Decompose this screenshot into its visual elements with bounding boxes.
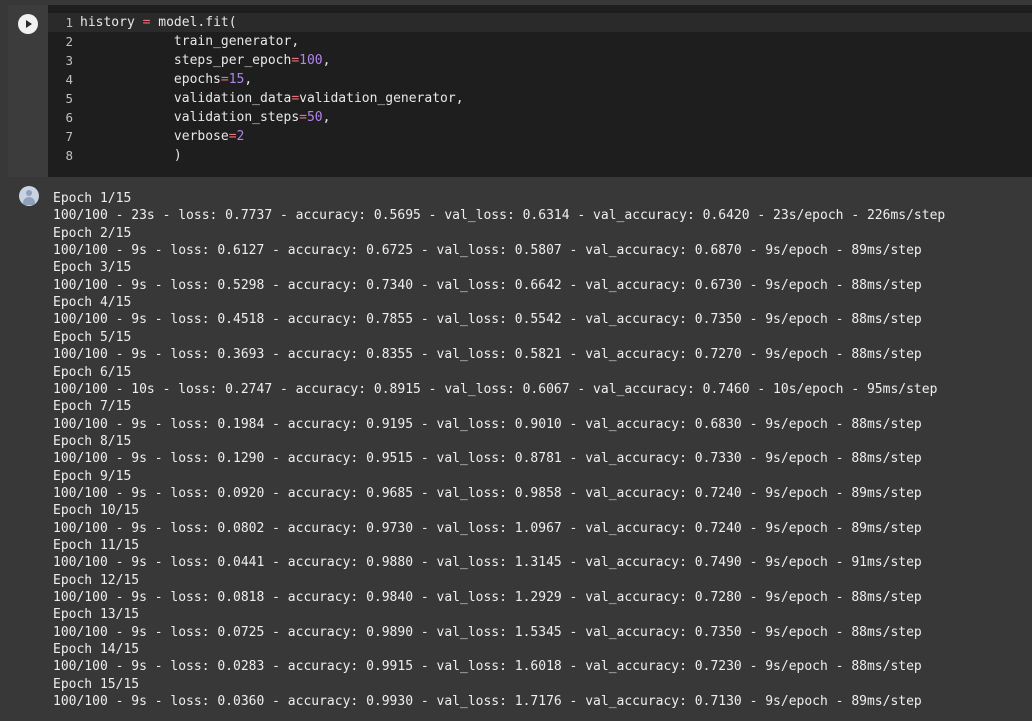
code-text: epochs=15,	[80, 70, 252, 89]
line-number: 3	[65, 53, 73, 68]
epoch-metrics-line: 100/100 - 9s - loss: 0.3693 - accuracy: …	[53, 347, 922, 363]
cell-gutter	[8, 5, 48, 177]
code-token: validation_generator,	[299, 91, 464, 106]
code-token: steps_per_epoch	[80, 53, 292, 68]
epoch-metrics-line: 100/100 - 9s - loss: 0.0802 - accuracy: …	[53, 520, 922, 536]
code-token: 2	[236, 129, 245, 144]
code-token: =	[228, 129, 237, 144]
line-number: 1	[65, 15, 73, 30]
cell-output: Epoch 1/15 100/100 - 23s - loss: 0.7737 -…	[8, 177, 1032, 715]
epoch-header-line: Epoch 4/15	[53, 295, 132, 311]
epoch-header-line: Epoch 14/15	[53, 642, 140, 658]
code-line[interactable]: 7 verbose=2	[48, 127, 1032, 146]
epoch-metrics-line: 100/100 - 9s - loss: 0.0283 - accuracy: …	[53, 659, 922, 675]
epoch-metrics-line: 100/100 - 9s - loss: 0.0360 - accuracy: …	[53, 694, 922, 710]
code-line[interactable]: 4 epochs=15,	[48, 70, 1032, 89]
epoch-metrics-line: 100/100 - 9s - loss: 0.0818 - accuracy: …	[53, 590, 922, 606]
code-token: =	[220, 72, 229, 87]
code-line[interactable]: 8 )	[48, 146, 1032, 165]
code-token: =	[291, 53, 300, 68]
epoch-header-line: Epoch 9/15	[53, 468, 132, 484]
code-text: validation_data=validation_generator,	[80, 89, 464, 108]
code-token: verbose	[80, 129, 229, 144]
code-text: steps_per_epoch=100,	[80, 51, 331, 70]
code-token: ,	[322, 110, 331, 125]
epoch-header-line: Epoch 7/15	[53, 399, 132, 415]
epoch-metrics-line: 100/100 - 9s - loss: 0.1984 - accuracy: …	[53, 416, 922, 432]
code-token: model.fit(	[150, 15, 237, 30]
epoch-header-line: Epoch 5/15	[53, 329, 132, 345]
epoch-header-line: Epoch 10/15	[53, 503, 140, 519]
code-text: verbose=2	[80, 127, 244, 146]
code-editor[interactable]: 1 history = model.fit(2 train_generator, 3…	[48, 5, 1032, 177]
line-number: 4	[65, 72, 73, 87]
epoch-header-line: Epoch 1/15	[53, 191, 132, 206]
code-token: epochs	[80, 72, 221, 87]
code-line[interactable]: 2 train_generator,	[48, 32, 1032, 51]
epoch-metrics-line: 100/100 - 9s - loss: 0.4518 - accuracy: …	[53, 312, 922, 328]
code-token: 50	[306, 110, 323, 125]
epoch-header-line: Epoch 8/15	[53, 433, 132, 449]
code-text: )	[80, 146, 182, 165]
code-line[interactable]: 1 history = model.fit(	[48, 13, 1032, 32]
epoch-metrics-line: 100/100 - 23s - loss: 0.7737 - accuracy:…	[53, 208, 946, 224]
run-cell-button[interactable]	[18, 14, 38, 34]
code-token: 100	[299, 53, 323, 68]
code-token: validation_data	[80, 91, 292, 106]
code-token: =	[299, 110, 307, 125]
code-token: ,	[244, 72, 253, 87]
line-number: 2	[65, 34, 73, 49]
code-token: )	[80, 148, 182, 163]
epoch-header-line: Epoch 3/15	[53, 260, 132, 276]
code-line[interactable]: 5 validation_data=validation_generator,	[48, 89, 1032, 108]
code-cell: 1 history = model.fit(2 train_generator, 3…	[8, 5, 1032, 715]
epoch-metrics-line: 100/100 - 9s - loss: 0.0725 - accuracy: …	[53, 624, 922, 640]
code-token: train_generator,	[80, 34, 300, 49]
epoch-header-line: Epoch 2/15	[53, 225, 132, 241]
epoch-metrics-line: 100/100 - 10s - loss: 0.2747 - accuracy:…	[53, 381, 938, 397]
epoch-header-line: Epoch 15/15	[53, 676, 140, 692]
code-line[interactable]: 6 validation_steps=50,	[48, 108, 1032, 127]
code-text: validation_steps=50,	[80, 108, 331, 127]
output-user-icon	[19, 186, 39, 206]
notebook-page: 1 history = model.fit(2 train_generator, 3…	[0, 0, 1032, 721]
code-line[interactable]: 3 steps_per_epoch=100,	[48, 51, 1032, 70]
code-token: ,	[322, 53, 331, 68]
epoch-metrics-line: 100/100 - 9s - loss: 0.6127 - accuracy: …	[53, 243, 922, 259]
line-number: 8	[65, 148, 73, 163]
epoch-header-line: Epoch 13/15	[53, 607, 140, 623]
code-token: =	[291, 91, 300, 106]
line-number: 5	[65, 91, 73, 106]
epoch-header-line: Epoch 11/15	[53, 538, 140, 553]
code-text: train_generator,	[80, 32, 299, 51]
epoch-metrics-line: 100/100 - 9s - loss: 0.5298 - accuracy: …	[53, 277, 922, 293]
code-text: history = model.fit(	[80, 13, 237, 32]
epoch-metrics-line: 100/100 - 9s - loss: 0.1290 - accuracy: …	[53, 451, 922, 467]
epoch-header-line: Epoch 6/15	[53, 364, 132, 380]
code-token: 15	[228, 72, 245, 87]
line-number: 6	[65, 110, 73, 125]
code-token: history	[80, 15, 143, 30]
epoch-metrics-line: 100/100 - 9s - loss: 0.0441 - accuracy: …	[53, 555, 922, 571]
code-token: validation_steps	[80, 110, 300, 125]
line-number: 7	[65, 129, 73, 144]
epoch-metrics-line: 100/100 - 9s - loss: 0.0920 - accuracy: …	[53, 485, 922, 501]
epoch-header-line: Epoch 12/15	[53, 572, 140, 588]
